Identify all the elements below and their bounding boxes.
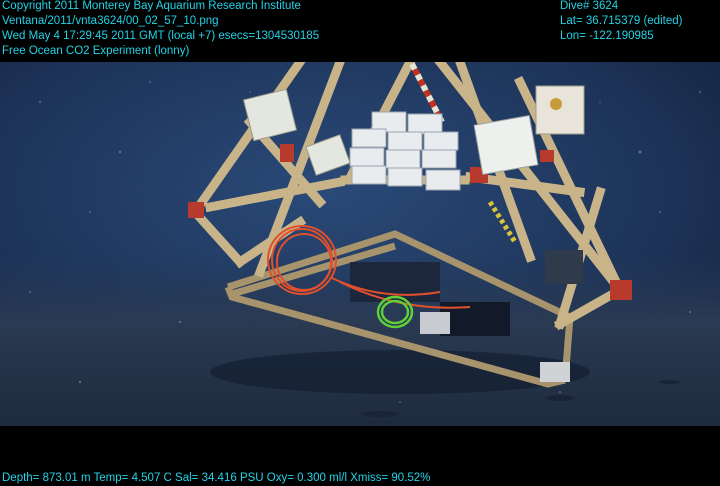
junction-box-top-right	[535, 85, 585, 135]
copyright-text: Copyright 2011 Monterey Bay Aquarium Res…	[2, 0, 301, 12]
dive-number-text: Dive# 3624	[560, 0, 619, 12]
filename-text: Ventana/2011/vnta3624/00_02_57_10.png	[2, 15, 219, 27]
latitude-text: Lat= 36.715379 (edited)	[560, 15, 683, 27]
datetime-text: Wed May 4 17:29:45 2011 GMT (local +7) e…	[2, 30, 320, 42]
structure-shadow	[210, 350, 590, 394]
longitude-text: Lon= -122.190985	[560, 30, 654, 42]
header-right-block: Dive# 3624 Lat= 36.715379 (edited) Lon= …	[560, 0, 682, 44]
experiment-text: Free Ocean CO2 Experiment (lonny)	[2, 45, 190, 57]
underwater-scene	[0, 62, 720, 426]
junction-box-right	[473, 114, 539, 176]
header-left-block: Copyright 2011 Monterey Bay Aquarium Res…	[2, 0, 319, 59]
telemetry-text: Depth= 873.01 m Temp= 4.507 C Sal= 34.41…	[2, 472, 431, 484]
